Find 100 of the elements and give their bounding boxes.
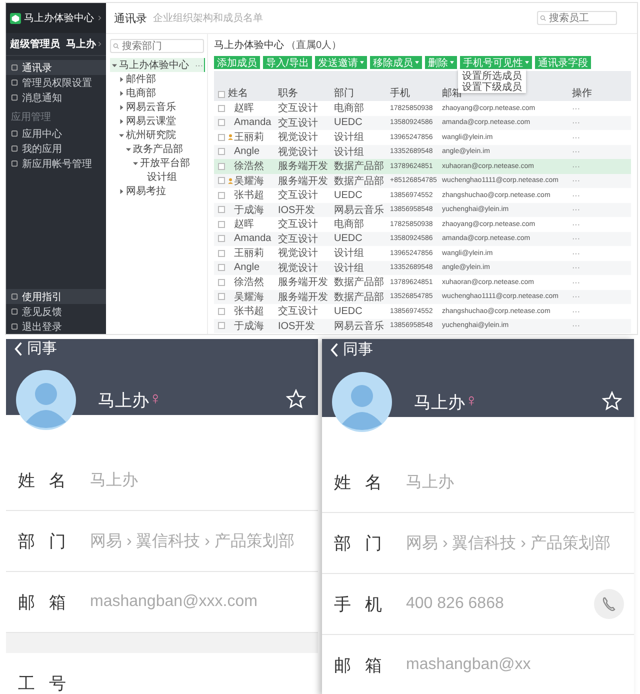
menu-item[interactable]: 设置所选成员 — [458, 70, 526, 81]
checkbox[interactable] — [218, 293, 224, 300]
more-icon[interactable]: ··· — [572, 190, 580, 200]
checkbox[interactable] — [218, 134, 224, 141]
tree-item[interactable]: 马上办体验中心 ··· — [110, 58, 205, 72]
table-cell: IOS开发 — [278, 320, 316, 332]
caret-icon[interactable] — [119, 132, 124, 138]
caret-icon[interactable] — [119, 76, 124, 82]
tree-item[interactable]: 电商部 — [110, 86, 205, 100]
caret-icon[interactable] — [119, 118, 124, 124]
chevron-icon[interactable] — [98, 15, 102, 21]
search-field[interactable]: 搜索部门 — [110, 39, 204, 53]
tree-item[interactable]: 杭州研究院 — [110, 128, 205, 142]
checkbox[interactable] — [218, 119, 224, 126]
more-icon[interactable]: ··· — [572, 248, 580, 258]
checkbox[interactable] — [218, 192, 224, 199]
checkbox[interactable] — [218, 264, 224, 272]
back-icon[interactable] — [330, 342, 339, 358]
sidebar-item[interactable]: 使用指引 — [6, 289, 106, 304]
tree-item[interactable]: 网易云课堂 — [110, 114, 205, 128]
field-label: 姓名 — [18, 470, 81, 492]
caret-icon[interactable] — [112, 62, 117, 68]
star-icon[interactable] — [602, 391, 622, 411]
checkbox[interactable] — [218, 322, 224, 330]
more-icon[interactable]: ··· — [572, 220, 580, 229]
checkbox[interactable] — [218, 206, 224, 214]
sidebar-item[interactable]: 应用中心 — [6, 126, 106, 141]
field-value: 马上办 — [406, 472, 454, 492]
table-cell: 服务端开发 — [278, 161, 328, 172]
sidebar-item[interactable]: 我的应用 — [6, 141, 106, 156]
checkbox[interactable] — [218, 90, 224, 98]
tree-label: 网易云课堂 — [126, 114, 176, 128]
field-label: 邮箱 — [18, 592, 81, 614]
menu-item[interactable]: 设置下级成员 — [458, 81, 526, 92]
sidebar-item[interactable]: 新应用帐号管理 — [6, 156, 106, 171]
table-cell: 网易云音乐 — [334, 204, 384, 216]
caret-icon[interactable] — [119, 104, 124, 110]
sidebar-item[interactable]: 消息通知 — [6, 90, 106, 105]
field-value: 网易 › 翼信科技 › 产品策划部 — [406, 534, 610, 554]
more-icon[interactable]: ··· — [572, 278, 580, 287]
star-icon[interactable] — [286, 389, 306, 409]
more-icon[interactable]: ··· — [572, 132, 580, 142]
table-cell: 数据产品部 — [334, 292, 384, 303]
nav-title: 同事 — [343, 340, 373, 359]
table-cell: 视觉设计 — [278, 132, 318, 144]
caret-icon[interactable] — [126, 146, 131, 152]
tree-item[interactable]: 设计组 — [110, 170, 205, 184]
checkbox[interactable] — [218, 104, 224, 112]
phone-icon[interactable] — [594, 589, 624, 619]
search-field[interactable]: 搜索员工 — [537, 11, 617, 25]
checkbox[interactable] — [218, 250, 224, 257]
table-cell: 设计组 — [334, 146, 364, 158]
field-label: 部门 — [334, 532, 397, 554]
checkbox[interactable] — [218, 235, 224, 242]
table-cell: 交互设计 — [278, 234, 318, 245]
table-cell: 电商部 — [334, 219, 364, 230]
tree-item[interactable]: 网易云音乐 — [110, 100, 205, 114]
table-cell: IOS开发 — [278, 204, 316, 216]
table-cell-text: 于成海 — [234, 204, 264, 217]
caret-icon[interactable] — [119, 90, 124, 96]
checkbox[interactable] — [218, 162, 224, 170]
table-cell: 网易云音乐 — [334, 320, 384, 332]
table-cell-text: 徐浩然 — [234, 160, 264, 174]
checkbox[interactable] — [218, 148, 224, 156]
tree-item[interactable]: 开放平台部 — [110, 156, 205, 170]
tree-label: 马上办体验中心 — [119, 58, 189, 72]
table-cell: 视觉设计 — [278, 146, 318, 158]
search-icon — [540, 15, 546, 21]
sidebar-item[interactable]: 通讯录 — [6, 60, 106, 75]
tree-label: 政务产品部 — [133, 142, 183, 156]
page-subtitle: 企业组织架构和成员名单 — [153, 12, 263, 25]
sidebar-item[interactable]: 意见反馈 — [6, 304, 106, 319]
caret-icon[interactable] — [133, 160, 138, 166]
column-header: 职务 — [278, 88, 298, 99]
caret-icon[interactable] — [119, 188, 124, 194]
more-icon[interactable]: ··· — [195, 60, 203, 70]
contact-name: 马上办 — [98, 390, 149, 412]
field-label: 部门 — [18, 530, 81, 552]
back-icon[interactable] — [14, 340, 23, 356]
table-cell: 数据产品部 — [334, 176, 384, 187]
gender-icon: ♀ — [149, 389, 162, 409]
table-cell: 交互设计 — [278, 103, 318, 114]
table-cell-text: 赵晖 — [234, 218, 254, 232]
sidebar-item[interactable]: 退出登录 — [6, 319, 106, 334]
more-icon[interactable]: ··· — [572, 306, 580, 316]
sidebar-item[interactable]: 管理员权限设置 — [6, 75, 106, 90]
checkbox[interactable] — [218, 278, 224, 286]
chevron-icon[interactable] — [98, 41, 102, 47]
column-header: 姓名 — [228, 87, 248, 100]
checkbox[interactable] — [218, 177, 224, 184]
table-cell: 设计组 — [334, 132, 364, 144]
checkbox[interactable] — [218, 220, 224, 228]
member-count: （直属0人） — [286, 38, 342, 52]
tree-item[interactable]: 网易考拉 — [110, 184, 205, 198]
more-icon[interactable]: ··· — [572, 104, 580, 113]
field-label: 姓名 — [334, 472, 397, 494]
tree-item[interactable]: 政务产品部 — [110, 142, 205, 156]
tree-item[interactable]: 邮件部 — [110, 72, 205, 86]
tree-label: 电商部 — [126, 86, 156, 100]
checkbox[interactable] — [218, 308, 224, 315]
